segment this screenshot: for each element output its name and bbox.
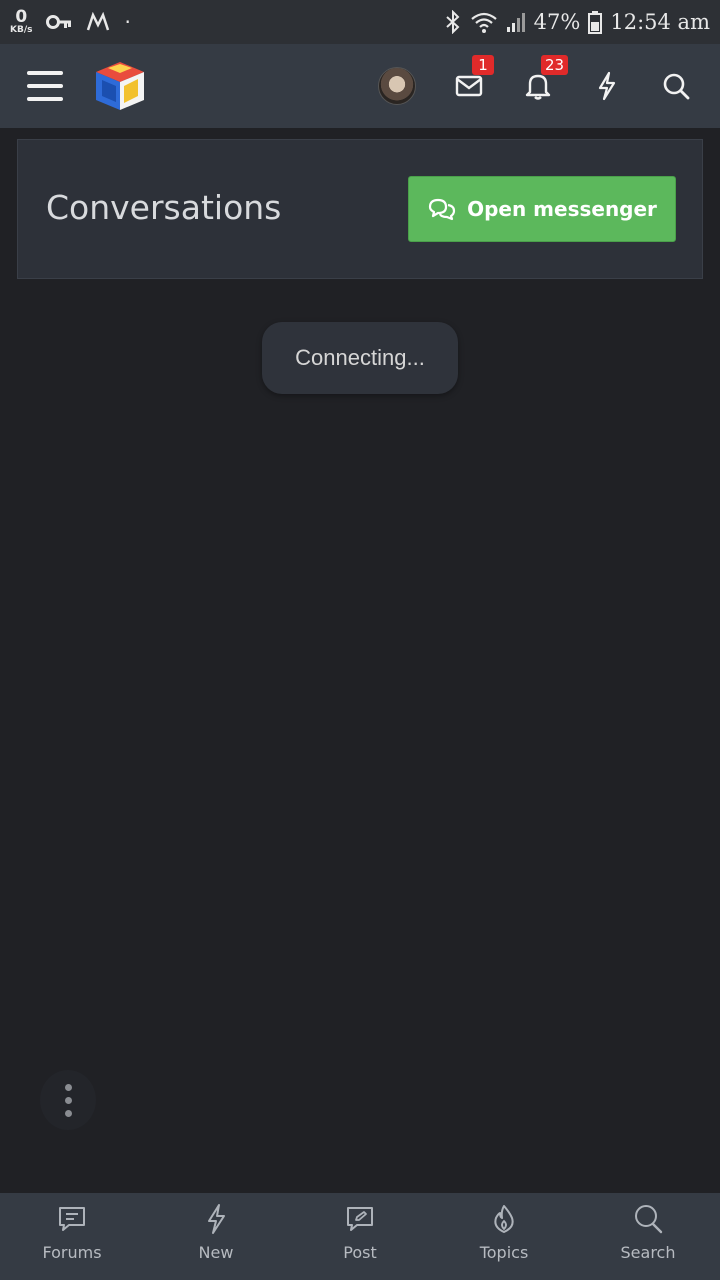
tab-label: Search	[620, 1243, 676, 1262]
open-messenger-button[interactable]: Open messenger	[408, 176, 676, 242]
tab-label: New	[198, 1243, 234, 1262]
tab-post[interactable]: Post	[288, 1193, 432, 1280]
network-speed-unit: KB/s	[10, 25, 33, 35]
more-dot	[64, 1109, 72, 1117]
tab-new[interactable]: New	[144, 1193, 288, 1280]
comments-icon	[428, 198, 456, 221]
menu-icon[interactable]	[27, 71, 63, 101]
page-title: Conversations	[46, 188, 282, 227]
alerts-badge: 23	[541, 55, 569, 75]
top-navigation: 1 23	[0, 44, 720, 128]
signal-icon	[506, 13, 525, 32]
more-dot	[64, 1096, 72, 1104]
envelope-icon	[455, 75, 483, 97]
wifi-icon	[470, 12, 497, 33]
site-logo[interactable]	[92, 58, 148, 114]
bolt-icon	[208, 1204, 225, 1234]
clock: 12:54 am	[610, 10, 710, 34]
more-dot	[64, 1083, 72, 1091]
network-speed-value: 0	[15, 7, 28, 27]
search-icon	[663, 73, 690, 100]
tab-label: Topics	[479, 1243, 529, 1262]
flame-icon	[494, 1205, 514, 1233]
connecting-toast: Connecting...	[262, 322, 458, 394]
dot-icon: ·	[124, 10, 131, 34]
page-header: Conversations Open messenger	[17, 139, 703, 279]
edit-icon	[347, 1207, 373, 1231]
bell-icon	[525, 74, 551, 100]
open-messenger-label: Open messenger	[467, 197, 657, 221]
search-button[interactable]	[659, 69, 693, 103]
tab-topics[interactable]: Topics	[432, 1193, 576, 1280]
tab-label: Post	[343, 1243, 377, 1262]
whats-new-button[interactable]	[590, 69, 624, 103]
vpn-icon	[87, 12, 110, 31]
tab-search[interactable]: Search	[576, 1193, 720, 1280]
status-bar: 0 KB/s · 47% 12:54 am	[0, 0, 720, 44]
tab-label: Forums	[42, 1243, 102, 1262]
more-options-button[interactable]	[40, 1070, 96, 1130]
toast-text: Connecting...	[295, 345, 425, 370]
alerts-button[interactable]: 23	[521, 55, 569, 103]
search-icon	[635, 1205, 663, 1234]
forums-icon	[59, 1207, 85, 1231]
bluetooth-icon	[445, 10, 460, 34]
network-speed: 0 KB/s	[10, 9, 32, 35]
inbox-button[interactable]: 1	[452, 55, 494, 103]
bottom-tab-bar: Forums New Post Topics Search	[0, 1193, 720, 1280]
key-icon	[46, 15, 72, 29]
messages-badge: 1	[472, 55, 494, 75]
bolt-icon	[598, 71, 616, 101]
battery-percent: 47%	[533, 10, 581, 34]
tab-forums[interactable]: Forums	[0, 1193, 144, 1280]
avatar[interactable]	[378, 67, 416, 105]
battery-icon	[588, 11, 603, 34]
